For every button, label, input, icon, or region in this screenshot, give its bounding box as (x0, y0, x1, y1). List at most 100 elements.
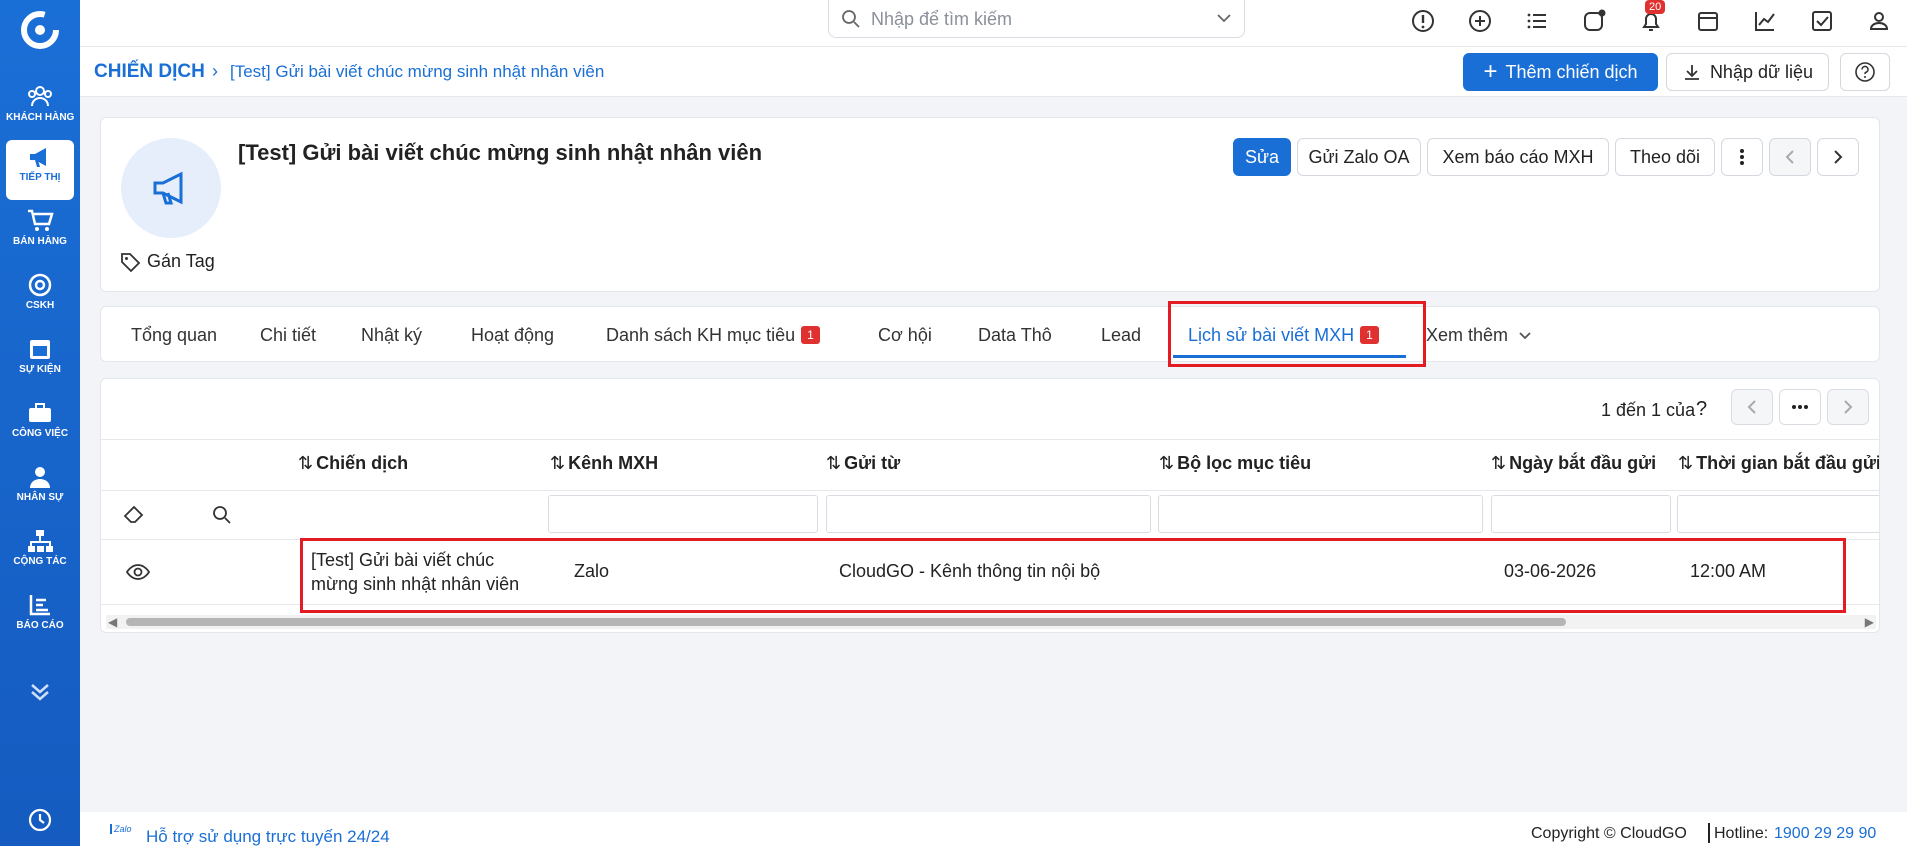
chevron-left-icon (1785, 150, 1794, 164)
view-social-report-button[interactable]: Xem báo cáo MXH (1427, 138, 1609, 176)
help-button[interactable] (1840, 53, 1890, 91)
column-header-start-date[interactable]: ⇅ Ngày bắt đầu gửi (1491, 453, 1656, 474)
filter-input-start-date[interactable] (1491, 495, 1671, 533)
column-header-campaign[interactable]: ⇅ Chiến dịch (298, 453, 408, 474)
filter-input-target-filter[interactable] (1158, 495, 1483, 533)
tab-target-customers[interactable]: Danh sách KH mục tiêu 1 (606, 325, 820, 346)
follow-button[interactable]: Theo dõi (1615, 138, 1715, 176)
more-horizontal-icon (1792, 405, 1808, 409)
global-search[interactable]: Nhập để tìm kiếm (828, 0, 1245, 38)
more-vertical-icon (1740, 149, 1744, 165)
tab-details[interactable]: Chi tiết (260, 325, 316, 346)
add-circle-icon[interactable] (1467, 8, 1493, 34)
tab-lead[interactable]: Lead (1101, 325, 1141, 346)
eye-icon[interactable] (125, 562, 151, 582)
history-clock-icon[interactable] (27, 807, 53, 833)
record-title: [Test] Gửi bài viết chúc mừng sinh nhật … (238, 140, 763, 165)
sidebar-item-sales[interactable]: BÁN HÀNG (6, 204, 74, 264)
zalo-logo-icon[interactable]: Zalo (110, 824, 132, 834)
record-avatar (121, 138, 221, 238)
tag-icon[interactable] (119, 251, 141, 273)
download-icon (1684, 65, 1699, 80)
scroll-right-icon[interactable]: ▶ (1865, 615, 1874, 629)
send-zalo-oa-button[interactable]: Gửi Zalo OA (1297, 138, 1421, 176)
add-campaign-button[interactable]: + Thêm chiến dịch (1463, 53, 1658, 91)
chevron-down-icon[interactable] (1216, 12, 1232, 24)
pagination-info: 1 đến 1 của (1601, 400, 1696, 420)
horizontal-scrollbar[interactable]: ◀ ▶ (106, 615, 1876, 629)
customers-icon (28, 86, 52, 107)
column-header-target-filter[interactable]: ⇅ Bộ lọc mục tiêu (1159, 453, 1311, 474)
copyright-text: Copyright © CloudGO (1531, 825, 1687, 842)
breadcrumb: CHIẾN DỊCH › [Test] Gửi bài viết chúc mừ… (80, 47, 1907, 97)
sort-icon: ⇅ (1678, 453, 1694, 473)
megaphone-icon (30, 148, 46, 167)
filter-input-sent-from[interactable] (826, 495, 1151, 533)
sidebar-item-events[interactable]: SỰ KIỆN (6, 332, 74, 392)
assign-tag-link[interactable]: Gán Tag (147, 251, 215, 272)
add-campaign-label: Thêm chiến dịch (1505, 61, 1638, 82)
breadcrumb-module[interactable]: CHIẾN DỊCH (94, 61, 205, 83)
scrollbar-thumb[interactable] (126, 618, 1566, 626)
import-data-button[interactable]: Nhập dữ liệu (1666, 53, 1829, 91)
footer: Zalo Hỗ trợ sử dụng trực tuyến 24/24 Cop… (80, 812, 1907, 846)
report-icon (29, 595, 50, 616)
sidebar-item-cskh[interactable]: CSKH (6, 268, 74, 328)
user-icon[interactable] (1866, 8, 1892, 34)
sidebar-item-marketing[interactable]: TIẾP THỊ (6, 140, 74, 200)
sidebar-item-reports[interactable]: BÁO CÁO (6, 588, 74, 648)
filter-input-social-channel[interactable] (548, 495, 818, 533)
send-zalo-oa-label: Gửi Zalo OA (1308, 146, 1410, 167)
cloudgo-logo-icon[interactable] (20, 10, 60, 50)
checkbox-icon[interactable] (1809, 8, 1835, 34)
edit-label: Sửa (1244, 146, 1280, 167)
calendar-icon[interactable] (1695, 8, 1721, 34)
tab-log[interactable]: Nhật ký (361, 325, 422, 346)
tab-activity[interactable]: Hoạt động (471, 325, 554, 346)
filter-input-start-time[interactable] (1677, 495, 1879, 533)
previous-record-button[interactable] (1769, 138, 1811, 176)
help-icon (1855, 62, 1875, 82)
column-header-sent-from[interactable]: ⇅ Gửi từ (826, 453, 900, 474)
page-more-button[interactable] (1779, 389, 1821, 425)
chat-icon[interactable] (1581, 8, 1607, 34)
tab-label: Danh sách KH mục tiêu (606, 325, 796, 345)
online-support-link[interactable]: Hỗ trợ sử dụng trực tuyến 24/24 (146, 827, 390, 846)
search-input[interactable]: Nhập để tìm kiếm (871, 9, 1012, 30)
sidebar-item-label: SỰ KIỆN (19, 364, 61, 375)
next-record-button[interactable] (1817, 138, 1859, 176)
search-icon[interactable] (212, 505, 232, 525)
sidebar-item-hr[interactable]: NHÂN SỰ (6, 460, 74, 520)
previous-page-button[interactable] (1731, 389, 1773, 425)
sidebar-item-label: KHÁCH HÀNG (6, 112, 75, 123)
list-icon[interactable] (1524, 8, 1550, 34)
hotline-number[interactable]: 1900 29 29 90 (1774, 825, 1876, 843)
person-icon (30, 467, 50, 488)
sidebar-item-tasks[interactable]: CÔNG VIỆC (6, 396, 74, 456)
lifebuoy-icon (28, 273, 52, 297)
alert-icon[interactable] (1410, 8, 1436, 34)
sidebar-item-collaborators[interactable]: CỘNG TÁC (6, 524, 74, 584)
chevron-right-icon (1844, 400, 1853, 414)
tab-opportunities[interactable]: Cơ hội (878, 325, 932, 346)
tab-overview[interactable]: Tổng quan (131, 325, 217, 346)
column-label: Thời gian bắt đầu gửi (1696, 453, 1880, 473)
sidebar-item-customers[interactable]: KHÁCH HÀNG (6, 80, 74, 140)
chevron-right-icon (1834, 150, 1843, 164)
footer-divider (1708, 823, 1710, 843)
edit-button[interactable]: Sửa (1233, 138, 1291, 176)
column-header-start-time[interactable]: ⇅ Thời gian bắt đầu gửi (1678, 453, 1880, 474)
megaphone-icon (153, 171, 183, 205)
eraser-icon[interactable] (123, 503, 145, 525)
scroll-left-icon[interactable]: ◀ (108, 615, 117, 629)
search-icon (842, 10, 860, 28)
next-page-button[interactable] (1827, 389, 1869, 425)
column-header-social-channel[interactable]: ⇅ Kênh MXH (550, 453, 658, 474)
more-actions-button[interactable] (1721, 138, 1763, 176)
tab-raw-data[interactable]: Data Thô (978, 325, 1052, 346)
chart-line-icon[interactable] (1752, 8, 1778, 34)
topbar: Nhập để tìm kiếm 20 (80, 0, 1907, 47)
breadcrumb-record[interactable]: [Test] Gửi bài viết chúc mừng sinh nhật … (230, 62, 604, 82)
collapse-down-icon[interactable] (27, 680, 53, 704)
tab-more[interactable]: Xem thêm (1426, 325, 1532, 346)
